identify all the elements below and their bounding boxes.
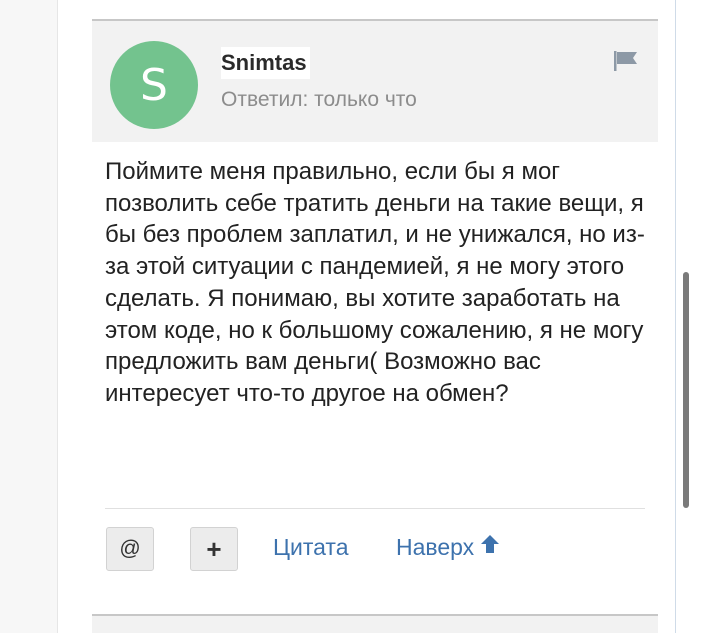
add-button-label: + [206,533,222,564]
back-to-top-link[interactable]: Наверх [396,532,500,562]
post-status: Ответил: только что [221,88,417,111]
avatar[interactable]: S [110,41,198,129]
back-to-top-label: Наверх [396,534,475,560]
page-left-margin [0,0,57,633]
arrow-up-icon [480,532,500,562]
next-post-header [92,616,658,633]
mention-button[interactable]: @ [106,527,154,571]
frame-border-left [57,0,58,633]
add-button[interactable]: + [190,527,238,571]
quote-link[interactable]: Цитата [273,532,349,562]
post-body: Поймите меня правильно, если бы я мог по… [105,158,645,407]
mention-button-label: @ [119,537,141,560]
scrollbar[interactable] [683,272,689,508]
post-footer-divider [105,508,645,509]
flag-icon[interactable] [612,50,640,72]
post-username[interactable]: Snimtas [221,47,310,79]
avatar-letter: S [140,59,168,111]
